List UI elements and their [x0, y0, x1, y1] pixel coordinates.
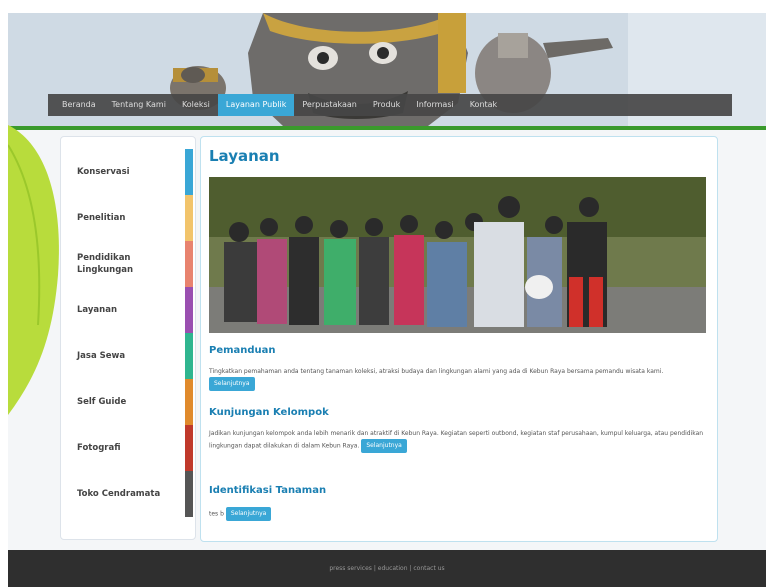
nav-item-informasi[interactable]: Informasi [408, 94, 461, 116]
section-title-kunjungan-kelompok: Kunjungan Kelompok [209, 407, 329, 418]
section-text-identifikasi-tanaman: tes b Selanjutnya [209, 507, 709, 521]
sidebar-item-label: Layanan [77, 305, 118, 315]
nav-item-beranda[interactable]: Beranda [54, 94, 104, 116]
sidebar-color-bar [185, 333, 193, 379]
hero-photo [209, 177, 706, 333]
sidebar-item-layanan[interactable]: Layanan [61, 287, 195, 333]
nav-item-produk[interactable]: Produk [365, 94, 408, 116]
sidebar-color-bar [185, 149, 193, 195]
sidebar-color-bar [185, 195, 193, 241]
sidebar-item-pendidikan-lingkungan[interactable]: Pendidikan Lingkungan [61, 241, 195, 287]
selanjutnya-button[interactable]: Selanjutnya [209, 377, 255, 391]
selanjutnya-button[interactable]: Selanjutnya [225, 507, 272, 521]
sidebar-item-self-guide[interactable]: Self Guide [61, 379, 195, 425]
sidebar-color-bar [185, 379, 193, 425]
section-title-identifikasi-tanaman: Identifikasi Tanaman [209, 485, 327, 496]
nav-item-kontak[interactable]: Kontak [462, 94, 505, 116]
main-content: Layanan Pemanduan Tingkatkan pemahaman a… [200, 136, 718, 542]
sidebar-item-label: Penelitian [77, 213, 126, 223]
sidebar-item-toko-cendramata[interactable]: Toko Cendramata [61, 471, 195, 517]
footer: press services | education | contact us [8, 550, 766, 587]
sidebar-item-konservasi[interactable]: Konservasi [61, 149, 195, 195]
sidebar-item-label: Self Guide [77, 397, 127, 407]
section-title-pemanduan: Pemanduan [209, 345, 276, 356]
sidebar-item-jasa-sewa[interactable]: Jasa Sewa [61, 333, 195, 379]
selanjutnya-button[interactable]: Selanjutnya [361, 439, 407, 453]
sidebar-item-label: Konservasi [77, 167, 130, 177]
sidebar-color-bar [185, 425, 193, 471]
page-title: Layanan [209, 147, 280, 165]
section-body: Jadikan kunjungan kelompok anda lebih me… [209, 430, 704, 450]
nav-item-koleksi[interactable]: Koleksi [174, 94, 218, 116]
leaf-decoration [8, 125, 59, 415]
nav-item-tentang-kami[interactable]: Tentang Kami [104, 94, 174, 116]
nav-item-layanan-publik[interactable]: Layanan Publik [217, 94, 295, 116]
group-photo-image [209, 177, 706, 333]
sidebar-color-bar [185, 287, 193, 333]
nav-item-perpustakaan[interactable]: Perpustakaan [294, 94, 364, 116]
sidebar-item-fotografi[interactable]: Fotografi [61, 425, 195, 471]
section-text-pemanduan: Tingkatkan pemahaman anda tentang tanama… [209, 367, 709, 391]
sidebar-item-label: Fotografi [77, 443, 121, 453]
sidebar-item-label: Pendidikan Lingkungan [77, 253, 134, 275]
sidebar-item-penelitian[interactable]: Penelitian [61, 195, 195, 241]
section-body: tes b [209, 510, 224, 518]
sidebar-item-label: Toko Cendramata [77, 489, 161, 499]
sidebar-color-bar [185, 471, 193, 517]
section-text-kunjungan-kelompok: Jadikan kunjungan kelompok anda lebih me… [209, 429, 709, 453]
main-nav: Beranda Tentang Kami Koleksi Layanan Pub… [48, 94, 732, 116]
sidebar-menu: Konservasi Penelitian Pendidikan Lingkun… [60, 136, 196, 540]
footer-links[interactable]: press services | education | contact us [329, 565, 444, 572]
sidebar-color-bar [185, 241, 193, 287]
section-body: Tingkatkan pemahaman anda tentang tanama… [209, 368, 664, 375]
sidebar-item-label: Jasa Sewa [77, 351, 126, 361]
